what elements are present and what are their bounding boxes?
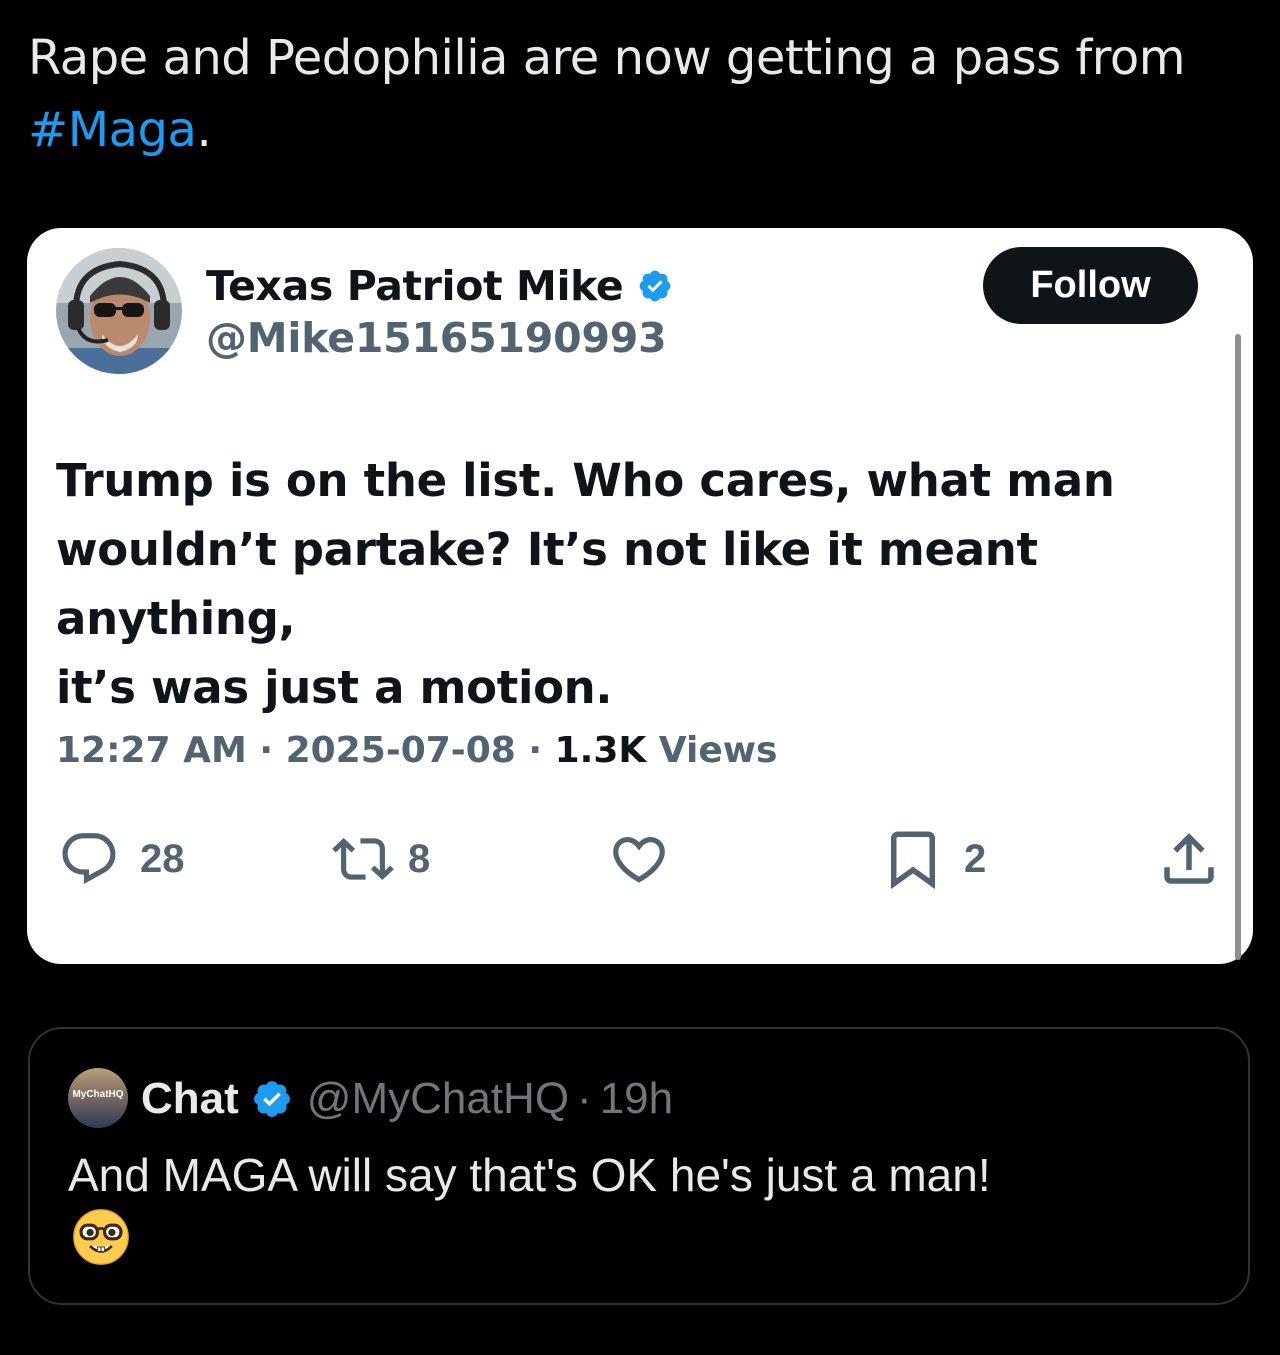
tweet-body: Trump is on the list. Who cares, what ma… <box>56 446 1236 722</box>
tweet-body-line: Trump is on the list. Who cares, what ma… <box>56 454 1115 507</box>
post-text-end: . <box>196 102 212 158</box>
author-name[interactable]: Texas Patriot Mike <box>206 262 673 310</box>
reply-icon <box>62 833 116 885</box>
author-display-name: Texas Patriot Mike <box>206 262 624 310</box>
reply-action[interactable]: 28 <box>56 826 185 892</box>
reply-count: 28 <box>140 836 185 881</box>
meta-separator: · <box>515 730 555 771</box>
tweet-time[interactable]: 12:27 AM <box>56 730 247 771</box>
reply-avatar[interactable]: MyChatHQ <box>68 1068 128 1128</box>
verified-badge-icon <box>639 270 671 302</box>
share-action[interactable] <box>1156 826 1222 892</box>
reply-author-handle[interactable]: @MyChatHQ <box>307 1074 569 1124</box>
bookmark-count: 2 <box>964 836 987 881</box>
like-action[interactable] <box>606 826 690 892</box>
author-avatar-image <box>56 248 182 374</box>
bookmark-icon <box>891 831 935 890</box>
nerd-face-emoji-icon <box>73 1209 129 1265</box>
post-text: Rape and Pedophilia are now getting a pa… <box>28 22 1248 166</box>
tweet-date[interactable]: 2025-07-08 <box>286 730 516 771</box>
reply-header: Chat @MyChatHQ · 19h <box>141 1070 673 1128</box>
reply-author-name[interactable]: Chat <box>141 1074 239 1124</box>
share-icon <box>1164 833 1214 884</box>
tweet-meta: 12:27 AM · 2025-07-08 · 1.3K Views <box>56 730 777 771</box>
hashtag-link[interactable]: #Maga <box>28 102 197 158</box>
follow-button[interactable]: Follow <box>983 247 1198 324</box>
views-label: Views <box>646 730 778 771</box>
repost-icon <box>332 838 394 880</box>
post-text-start: Rape and Pedophilia are now getting a pa… <box>28 30 1186 86</box>
author-avatar[interactable] <box>56 248 182 374</box>
repost-count: 8 <box>408 836 431 881</box>
screenshot-scrollbar <box>1235 334 1241 960</box>
views-count: 1.3K <box>554 730 647 771</box>
repost-action[interactable]: 8 <box>328 826 430 892</box>
reply-avatar-logo-text: MyChatHQ <box>72 1089 124 1100</box>
author-handle[interactable]: @Mike15165190993 <box>206 314 667 362</box>
meta-separator: · <box>246 730 286 771</box>
reply-timestamp[interactable]: 19h <box>600 1074 673 1124</box>
reply-separator: · <box>577 1074 592 1123</box>
tweet-body-line: it’s was just a motion. <box>56 661 613 714</box>
bookmark-action[interactable]: 2 <box>880 826 986 892</box>
heart-icon <box>613 837 665 883</box>
reply-text: And MAGA will say that's OK he's just a … <box>68 1149 991 1201</box>
tweet-body-line: wouldn’t partake? It’s not like it meant… <box>56 523 1038 645</box>
verified-badge-icon <box>253 1081 290 1117</box>
